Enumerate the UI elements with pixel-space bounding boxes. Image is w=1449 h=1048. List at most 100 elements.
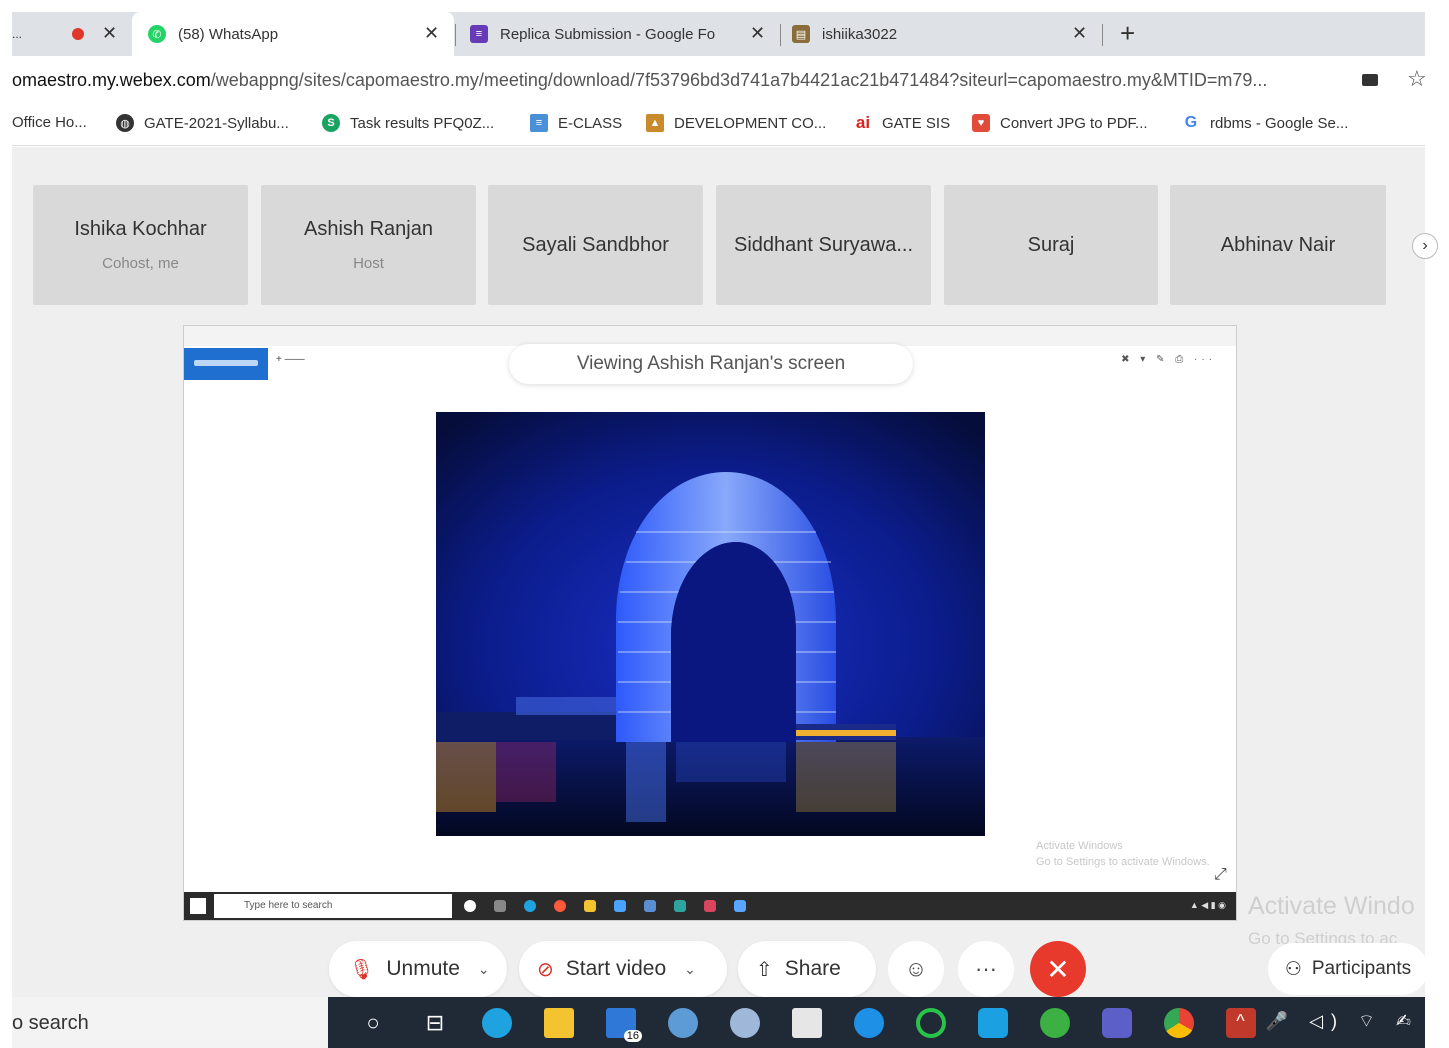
browser-tab-strip: ... ✕ ✆ (58) WhatsApp ✕ ≡ Replica Submis… xyxy=(12,12,1425,56)
meeting-area: Ishika Kochhar Cohost, me Ashish Ranjan … xyxy=(12,147,1438,997)
bookmark-label: GATE-2021-Syllabu... xyxy=(144,114,289,132)
unmute-button[interactable]: 🎙 Unmute ⌄ xyxy=(329,941,507,997)
google-forms-icon: ≡ xyxy=(470,25,488,43)
new-tab-button[interactable]: + xyxy=(1120,18,1135,49)
reactions-button[interactable]: ☺ xyxy=(888,941,944,997)
bookmark-label: E-CLASS xyxy=(558,114,623,132)
tab-label: Replica Submission - Google Fo xyxy=(500,25,716,43)
shared-toolbar-icons: ✖ ▾ ✎ ⎙ ··· xyxy=(1121,354,1216,365)
participant-tile[interactable]: Suraj xyxy=(944,185,1158,305)
viewing-screen-banner: Viewing Ashish Ranjan's screen xyxy=(509,344,913,384)
share-label: Share xyxy=(784,957,841,980)
chevron-down-icon[interactable]: ⌄ xyxy=(684,961,696,978)
google-icon: G xyxy=(1182,114,1200,132)
xbox-icon[interactable] xyxy=(900,997,962,1048)
emblem-icon: ▲ xyxy=(646,114,664,132)
start-video-button[interactable]: ⊘ Start video ⌄ xyxy=(519,941,727,997)
camera-icon[interactable] xyxy=(1362,74,1378,86)
tab-label: ... xyxy=(12,27,23,41)
url-path: /webappng/sites/capomaestro.my/meeting/d… xyxy=(210,70,1268,90)
inner-tray: ▲ ◀ ▮ ◉ xyxy=(1189,900,1226,910)
participant-name: Siddhant Suryawa... xyxy=(734,233,913,256)
edge-icon[interactable] xyxy=(466,997,528,1048)
tab-webex[interactable]: ... ✕ xyxy=(12,12,122,56)
watermark-line: Activate Windows xyxy=(1036,840,1123,852)
tab-separator xyxy=(780,24,781,46)
more-options-button[interactable]: ··· xyxy=(958,941,1014,997)
watermark-line: Go to Settings to activate Windows. xyxy=(1036,856,1210,868)
app-icon[interactable] xyxy=(652,997,714,1048)
inner-taskbar-icons xyxy=(464,900,746,912)
participant-role: Cohost, me xyxy=(102,255,179,272)
webex-icon[interactable] xyxy=(962,997,1024,1048)
whatsapp-icon: ✆ xyxy=(148,25,166,43)
tab-google-forms[interactable]: ≡ Replica Submission - Google Fo ✕ xyxy=(470,12,780,56)
url-host: omaestro.my.webex.com xyxy=(12,70,211,90)
url-text[interactable]: omaestro.my.webex.com/webappng/sites/cap… xyxy=(12,70,1352,91)
bookmark-gate-syllabus[interactable]: ◍ GATE-2021-Syllabu... xyxy=(116,114,289,132)
more-icon: ··· xyxy=(975,956,997,981)
heart-icon: ♥ xyxy=(972,114,990,132)
participant-name: Ashish Ranjan xyxy=(304,218,433,240)
share-button[interactable]: ⇧ Share xyxy=(738,941,876,997)
recording-dot-icon xyxy=(72,28,84,40)
tab-ishiika[interactable]: ▤ ishiika3022 ✕ xyxy=(792,12,1102,56)
tab-label: (58) WhatsApp xyxy=(178,25,279,43)
chevron-right-icon[interactable]: › xyxy=(1412,233,1438,259)
tab-whatsapp[interactable]: ✆ (58) WhatsApp ✕ xyxy=(132,12,454,56)
end-call-button[interactable]: ✕ xyxy=(1030,941,1086,997)
close-icon[interactable]: ✕ xyxy=(1072,23,1087,44)
bookmark-label: rdbms - Google Se... xyxy=(1210,114,1349,132)
chevron-down-icon[interactable]: ⌄ xyxy=(478,961,490,978)
mail-badge: 16 xyxy=(623,1030,642,1042)
bookmark-label: Task results PFQ0Z... xyxy=(350,114,495,132)
bookmark-star-icon[interactable]: ☆ xyxy=(1407,66,1427,92)
participant-tile[interactable]: Ishika Kochhar Cohost, me xyxy=(33,185,248,305)
chrome-icon[interactable] xyxy=(1148,997,1210,1048)
participant-tile[interactable]: Ashish Ranjan Host xyxy=(261,185,476,305)
bookmark-task-results[interactable]: S Task results PFQ0Z... xyxy=(322,114,494,132)
windows-taskbar: o search ○ ⊟ 16 ^ 🎤 ◁) ⌔ ✍ xyxy=(12,997,1425,1048)
qlik-icon[interactable] xyxy=(1024,997,1086,1048)
inner-activate-watermark: Activate Windows Go to Settings to activ… xyxy=(1036,838,1210,870)
address-bar[interactable]: omaestro.my.webex.com/webappng/sites/cap… xyxy=(12,58,1427,104)
shared-taskbar: Type here to search ▲ ◀ ▮ ◉ xyxy=(184,892,1236,920)
document-icon[interactable] xyxy=(776,997,838,1048)
video-off-icon: ⊘ xyxy=(537,958,554,981)
ai-logo-icon: ai xyxy=(854,113,872,132)
windows-start-icon xyxy=(190,898,206,914)
snip-icon[interactable] xyxy=(714,997,776,1048)
tab-separator xyxy=(455,24,456,46)
task-view-icon[interactable]: ⊟ xyxy=(404,997,466,1048)
plus-icon: + —— xyxy=(276,354,305,365)
emoji-icon: ☺ xyxy=(904,956,928,981)
activate-windows-watermark: Activate Windo xyxy=(1248,892,1415,920)
bookmark-office[interactable]: Office Ho... xyxy=(12,114,87,131)
tab-separator xyxy=(1102,24,1103,46)
close-icon: ✕ xyxy=(1046,953,1070,985)
participant-tile[interactable]: Siddhant Suryawa... xyxy=(716,185,931,305)
taskbar-search-box[interactable]: o search xyxy=(12,997,328,1048)
participants-button[interactable]: ⚇ Participants xyxy=(1268,943,1428,995)
mail-icon[interactable]: 16 xyxy=(590,997,652,1048)
skype-icon[interactable] xyxy=(838,997,900,1048)
share-icon: ⇧ xyxy=(756,958,773,981)
participant-tile[interactable]: Abhinav Nair xyxy=(1170,185,1386,305)
system-tray[interactable]: ^ 🎤 ◁) ⌔ ✍ xyxy=(1236,1010,1419,1033)
image-file-icon: ▤ xyxy=(792,25,810,43)
bookmark-eclass[interactable]: ≡ E-CLASS xyxy=(530,114,622,132)
close-icon[interactable]: ✕ xyxy=(424,23,439,44)
teams-icon[interactable] xyxy=(1086,997,1148,1048)
participant-tile[interactable]: Sayali Sandbhor xyxy=(488,185,703,305)
bookmark-convert-jpg[interactable]: ♥ Convert JPG to PDF... xyxy=(972,114,1148,132)
inner-search-box: Type here to search xyxy=(214,894,452,918)
shared-app-button xyxy=(184,348,268,380)
cortana-icon[interactable]: ○ xyxy=(342,997,404,1048)
file-explorer-icon[interactable] xyxy=(528,997,590,1048)
close-icon[interactable]: ✕ xyxy=(750,23,765,44)
bookmark-rdbms[interactable]: G rdbms - Google Se... xyxy=(1182,114,1348,132)
close-icon[interactable]: ✕ xyxy=(102,23,117,44)
expand-icon[interactable]: ⤢ xyxy=(1214,866,1227,884)
bookmark-gate-sis[interactable]: ai GATE SIS xyxy=(854,113,950,132)
bookmark-development[interactable]: ▲ DEVELOPMENT CO... xyxy=(646,114,826,132)
